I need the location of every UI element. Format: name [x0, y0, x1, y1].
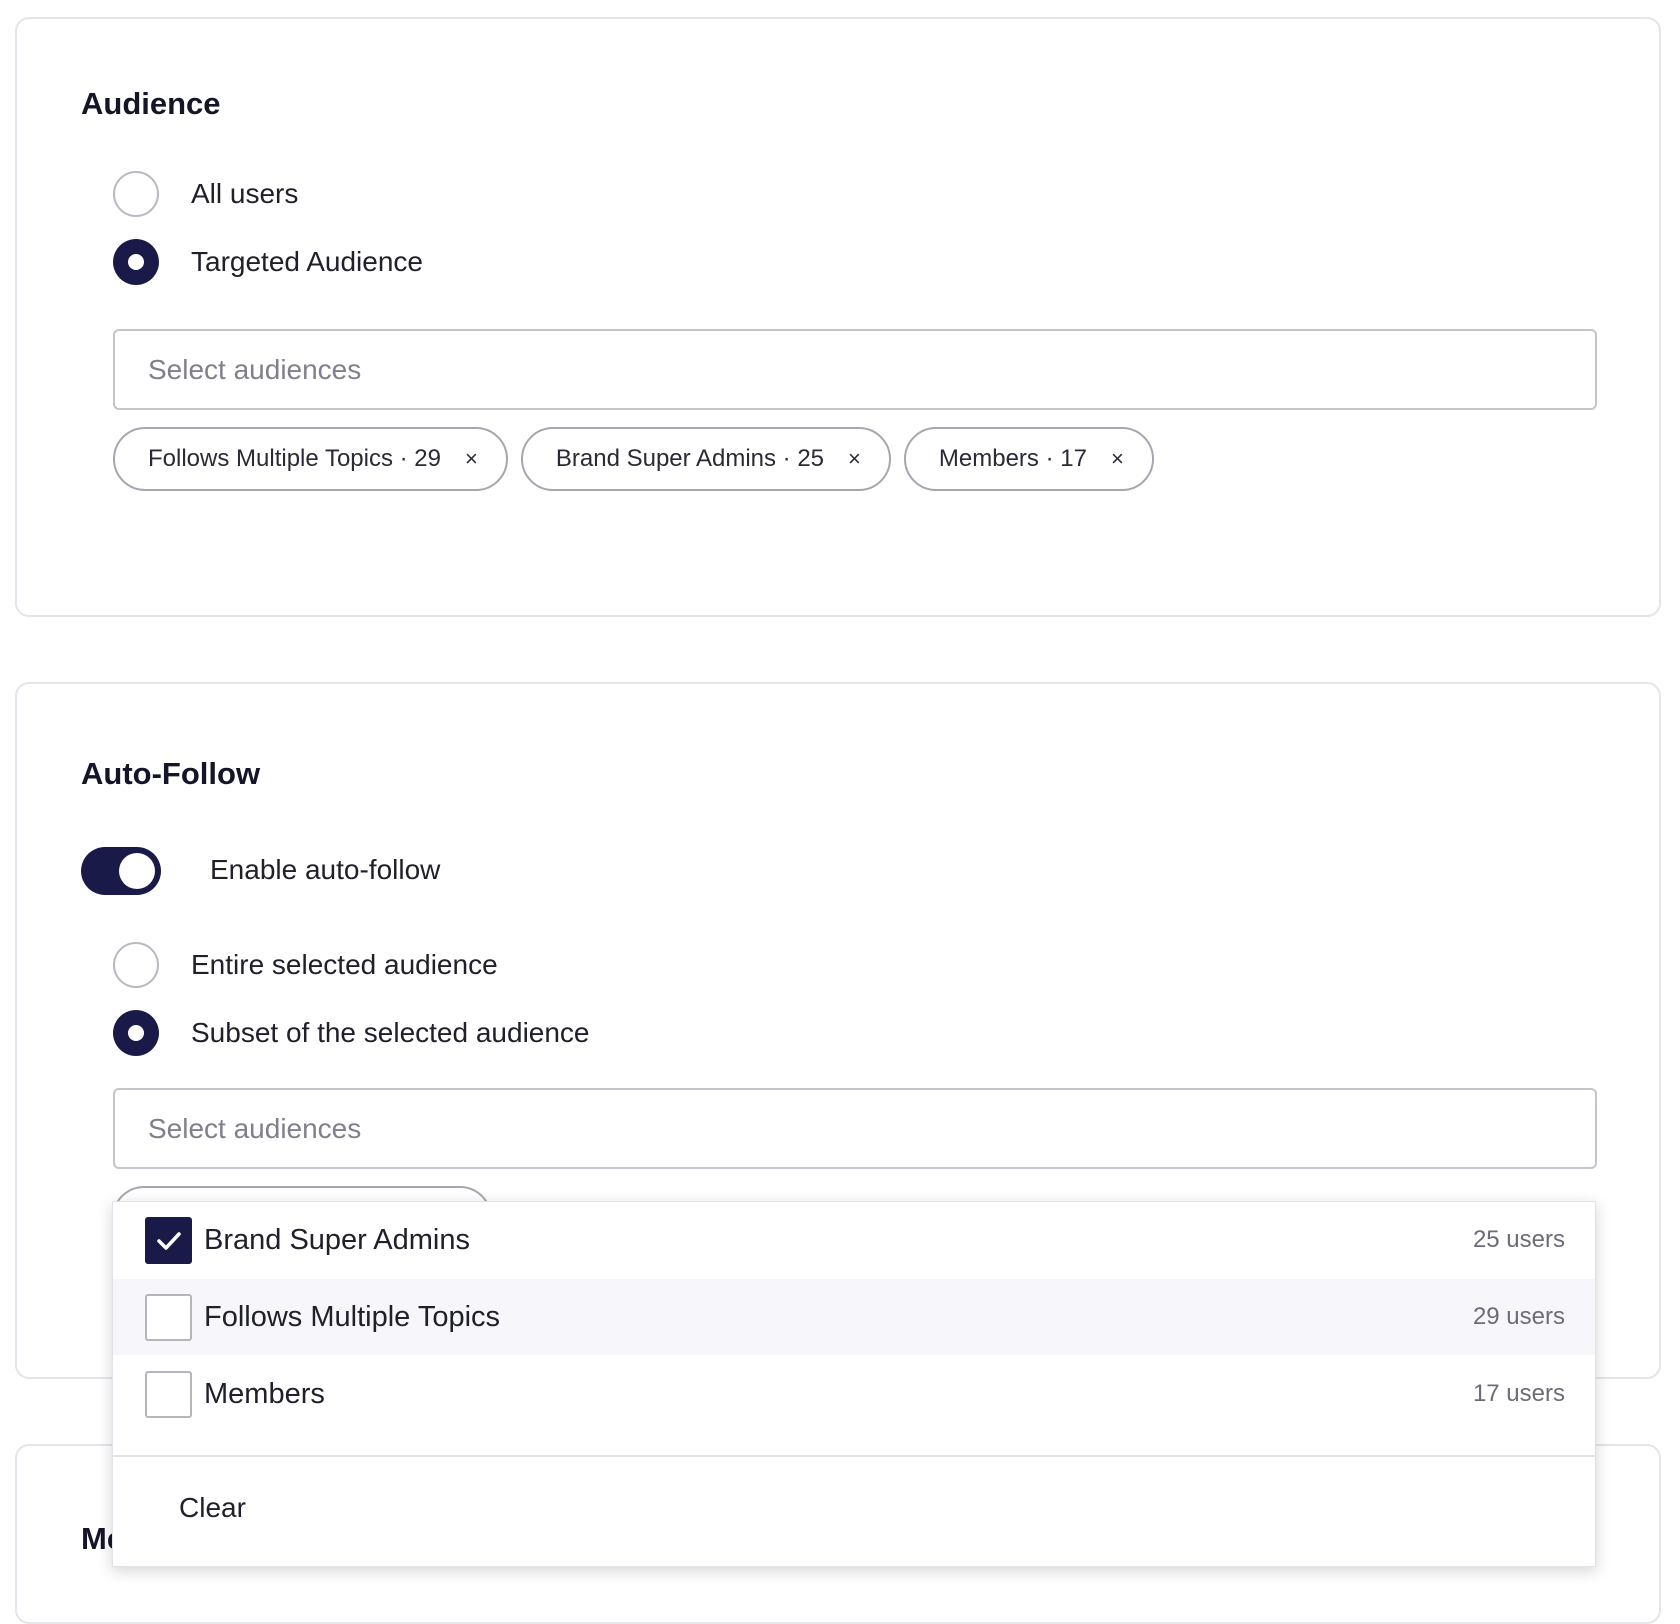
radio-button[interactable]: [113, 942, 159, 988]
dropdown-option-follows-multiple-topics[interactable]: Follows Multiple Topics 29 users: [113, 1279, 1595, 1355]
option-label: Brand Super Admins: [204, 1223, 470, 1256]
radio-option-targeted-audience[interactable]: Targeted Audience: [113, 237, 423, 287]
checkmark-icon: [157, 1231, 181, 1250]
option-count: 17 users: [1472, 1380, 1565, 1407]
option-label: Follows Multiple Topics: [204, 1300, 501, 1333]
checkbox[interactable]: [145, 1216, 192, 1264]
radio-label: Subset of the selected audience: [191, 1017, 590, 1048]
option-count: 25 users: [1472, 1226, 1565, 1253]
audience-card: Audience All users Targeted Audience Fol…: [15, 17, 1661, 617]
dropdown-option-members[interactable]: Members 17 users: [113, 1356, 1595, 1432]
option-label: Members: [204, 1377, 325, 1410]
checkbox[interactable]: [145, 1293, 192, 1341]
radio-button[interactable]: [113, 239, 159, 285]
dropdown-divider: [113, 1455, 1595, 1457]
radio-option-entire-audience[interactable]: Entire selected audience: [113, 940, 498, 990]
radio-option-all-users[interactable]: All users: [113, 169, 298, 219]
chip-brand-super-admins: Brand Super Admins · 25 ×: [520, 427, 891, 491]
audience-title: Audience: [81, 86, 221, 121]
clear-button[interactable]: Clear: [179, 1492, 246, 1524]
radio-label: All users: [191, 178, 299, 209]
chip-label: Brand Super Admins · 25: [555, 445, 825, 472]
selected-audience-chips: Follows Multiple Topics · 29 × Brand Sup…: [113, 427, 1154, 491]
chip-follows-multiple-topics: Follows Multiple Topics · 29 ×: [113, 427, 508, 491]
radio-label: Entire selected audience: [191, 949, 498, 980]
option-count: 29 users: [1472, 1303, 1565, 1330]
close-icon[interactable]: ×: [1111, 446, 1124, 472]
radio-option-subset-audience[interactable]: Subset of the selected audience: [113, 1008, 590, 1058]
chip-label: Follows Multiple Topics · 29: [148, 445, 442, 472]
radio-button[interactable]: [113, 171, 159, 217]
autofollow-select-input[interactable]: [113, 1088, 1597, 1169]
chip-label: Members · 17: [938, 445, 1087, 472]
radio-label: Targeted Audience: [191, 246, 423, 277]
dropdown-option-brand-super-admins[interactable]: Brand Super Admins 25 users: [113, 1202, 1595, 1278]
chip-members: Members · 17 ×: [903, 427, 1154, 491]
toggle-knob: [119, 853, 155, 889]
radio-button[interactable]: [113, 1010, 159, 1056]
audience-select-input[interactable]: [113, 329, 1597, 410]
checkbox[interactable]: [145, 1370, 192, 1418]
audience-dropdown-menu: Brand Super Admins 25 users Follows Mult…: [112, 1201, 1596, 1567]
autofollow-toggle[interactable]: [81, 847, 161, 895]
autofollow-title: Auto-Follow: [81, 756, 261, 791]
close-icon[interactable]: ×: [465, 446, 478, 472]
close-icon[interactable]: ×: [848, 446, 861, 472]
toggle-label: Enable auto-follow: [210, 854, 441, 885]
